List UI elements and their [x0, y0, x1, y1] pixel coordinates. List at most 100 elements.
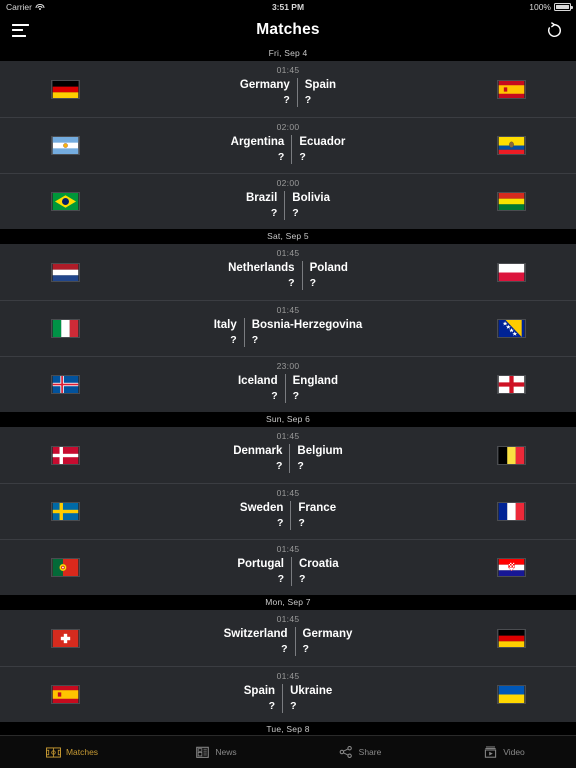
date-section-header: Fri, Sep 4 [0, 46, 576, 61]
match-row[interactable]: 01:45 Italy? Bosnia-Herzegovina? [0, 300, 576, 356]
match-kickoff-time: 01:45 [276, 248, 300, 258]
match-row[interactable]: 01:45 Switzerland? Germany? [0, 610, 576, 666]
flag-ukraine [496, 685, 526, 704]
match-kickoff-time: 01:45 [276, 431, 300, 441]
home-team-name: Iceland [237, 374, 278, 387]
teams-block: Iceland? England? [237, 373, 338, 403]
home-flag-container [0, 262, 130, 282]
teams-block: Sweden? France? [240, 500, 336, 530]
flag-brazil [50, 192, 80, 211]
match-kickoff-time: 02:00 [276, 122, 300, 132]
home-team-score: ? [288, 277, 295, 289]
away-team-name: Bolivia [292, 191, 331, 204]
tab-video[interactable]: Video [432, 736, 576, 768]
away-flag-container [446, 558, 576, 577]
teams-block: Italy? Bosnia-Herzegovina? [214, 317, 362, 347]
home-side: Italy? [214, 318, 244, 347]
away-flag-container [446, 319, 576, 338]
flag-france [496, 502, 526, 521]
tab-matches[interactable]: Matches [0, 736, 144, 768]
away-flag-container [446, 79, 576, 99]
match-row[interactable]: 01:45 Denmark? Belgium? [0, 427, 576, 483]
home-team-name: Netherlands [228, 262, 295, 274]
away-team-score: ? [292, 206, 299, 219]
flag-spain [496, 79, 526, 99]
match-row[interactable]: 01:45 Germany? Spain? [0, 61, 576, 117]
flag-sweden [50, 502, 80, 521]
match-row[interactable]: 02:00 Argentina? Ecuador? [0, 117, 576, 173]
flag-germany [496, 628, 526, 648]
battery-icon [554, 3, 573, 11]
flag-argentina [50, 136, 80, 155]
teams-block: Denmark? Belgium? [233, 444, 343, 473]
away-team-name: Belgium [297, 445, 343, 457]
home-flag-container [0, 136, 130, 155]
match-kickoff-time: 02:00 [276, 178, 300, 188]
match-center: Argentina? Ecuador? [130, 128, 446, 164]
away-flag-container [446, 685, 576, 704]
flag-netherlands [50, 262, 80, 282]
teams-block: Spain? Ukraine? [244, 683, 333, 713]
hamburger-menu-icon [11, 23, 29, 37]
home-flag-container [0, 192, 130, 211]
match-row[interactable]: 02:00 Brazil? Bolivia? [0, 173, 576, 229]
teams-block: Switzerland? Germany? [223, 627, 353, 656]
home-flag-container [0, 319, 130, 338]
share-icon [339, 746, 354, 759]
home-team-score: ? [277, 150, 285, 163]
away-flag-container [446, 502, 576, 521]
match-kickoff-time: 01:45 [276, 488, 300, 498]
match-kickoff-time: 01:45 [276, 671, 300, 681]
date-section-header: Sat, Sep 5 [0, 229, 576, 244]
tab-share[interactable]: Share [288, 736, 432, 768]
flag-england [496, 375, 526, 394]
home-team-score: ? [230, 333, 237, 346]
menu-button[interactable] [0, 14, 40, 46]
home-flag-container [0, 445, 130, 465]
match-row[interactable]: 01:45 Portugal? Croatia? [0, 539, 576, 595]
flag-bolivia [496, 192, 526, 211]
matches-app: Carrier 3:51 PM 100% Matches Fri, Sep 4 0… [0, 0, 576, 768]
away-side: Ecuador? [292, 135, 345, 164]
teams-block: Argentina? Ecuador? [231, 134, 345, 164]
refresh-button[interactable] [534, 14, 574, 46]
home-team-name: Switzerland [223, 628, 288, 640]
home-team-name: Portugal [237, 557, 284, 570]
away-flag-container [446, 375, 576, 394]
match-kickoff-time: 01:45 [276, 544, 300, 554]
home-team-name: Spain [243, 684, 276, 697]
away-team-name: Germany [302, 628, 353, 640]
status-bar-right: 100% [529, 2, 573, 12]
match-row[interactable]: 01:45 Sweden? France? [0, 483, 576, 539]
home-side: Denmark? [233, 444, 289, 473]
match-kickoff-time: 01:45 [276, 65, 300, 75]
match-kickoff-time: 23:00 [276, 361, 300, 371]
home-side: Portugal? [237, 557, 291, 586]
away-team-score: ? [304, 94, 312, 106]
away-side: Croatia? [292, 557, 339, 586]
away-team-name: Ukraine [290, 684, 333, 697]
teams-block: Germany? Spain? [240, 78, 336, 107]
home-flag-container [0, 502, 130, 521]
match-row[interactable]: 01:45 Spain? Ukraine? [0, 666, 576, 722]
home-side: Sweden? [240, 501, 290, 530]
home-side: Spain? [244, 684, 282, 713]
tab-label: Video [503, 747, 525, 757]
away-team-name: Spain [304, 79, 337, 91]
tab-label: Matches [65, 747, 99, 757]
flag-denmark [50, 445, 80, 465]
matches-list[interactable]: Fri, Sep 4 01:45 Germany? Spain? 02:00 Argent… [0, 46, 576, 735]
away-side: England? [286, 374, 338, 403]
flag-germany [50, 79, 80, 99]
match-row[interactable]: 01:45 Netherlands? Poland? [0, 244, 576, 300]
video-icon [483, 746, 498, 759]
away-flag-container [446, 192, 576, 211]
home-team-score: ? [276, 516, 284, 529]
home-team-score: ? [270, 206, 278, 219]
home-side: Argentina? [231, 135, 292, 164]
match-kickoff-time: 01:45 [276, 614, 300, 624]
tab-news[interactable]: News [144, 736, 288, 768]
match-row[interactable]: 23:00 Iceland? England? [0, 356, 576, 412]
away-side: France? [291, 501, 336, 530]
match-center: Spain? Ukraine? [130, 677, 446, 713]
